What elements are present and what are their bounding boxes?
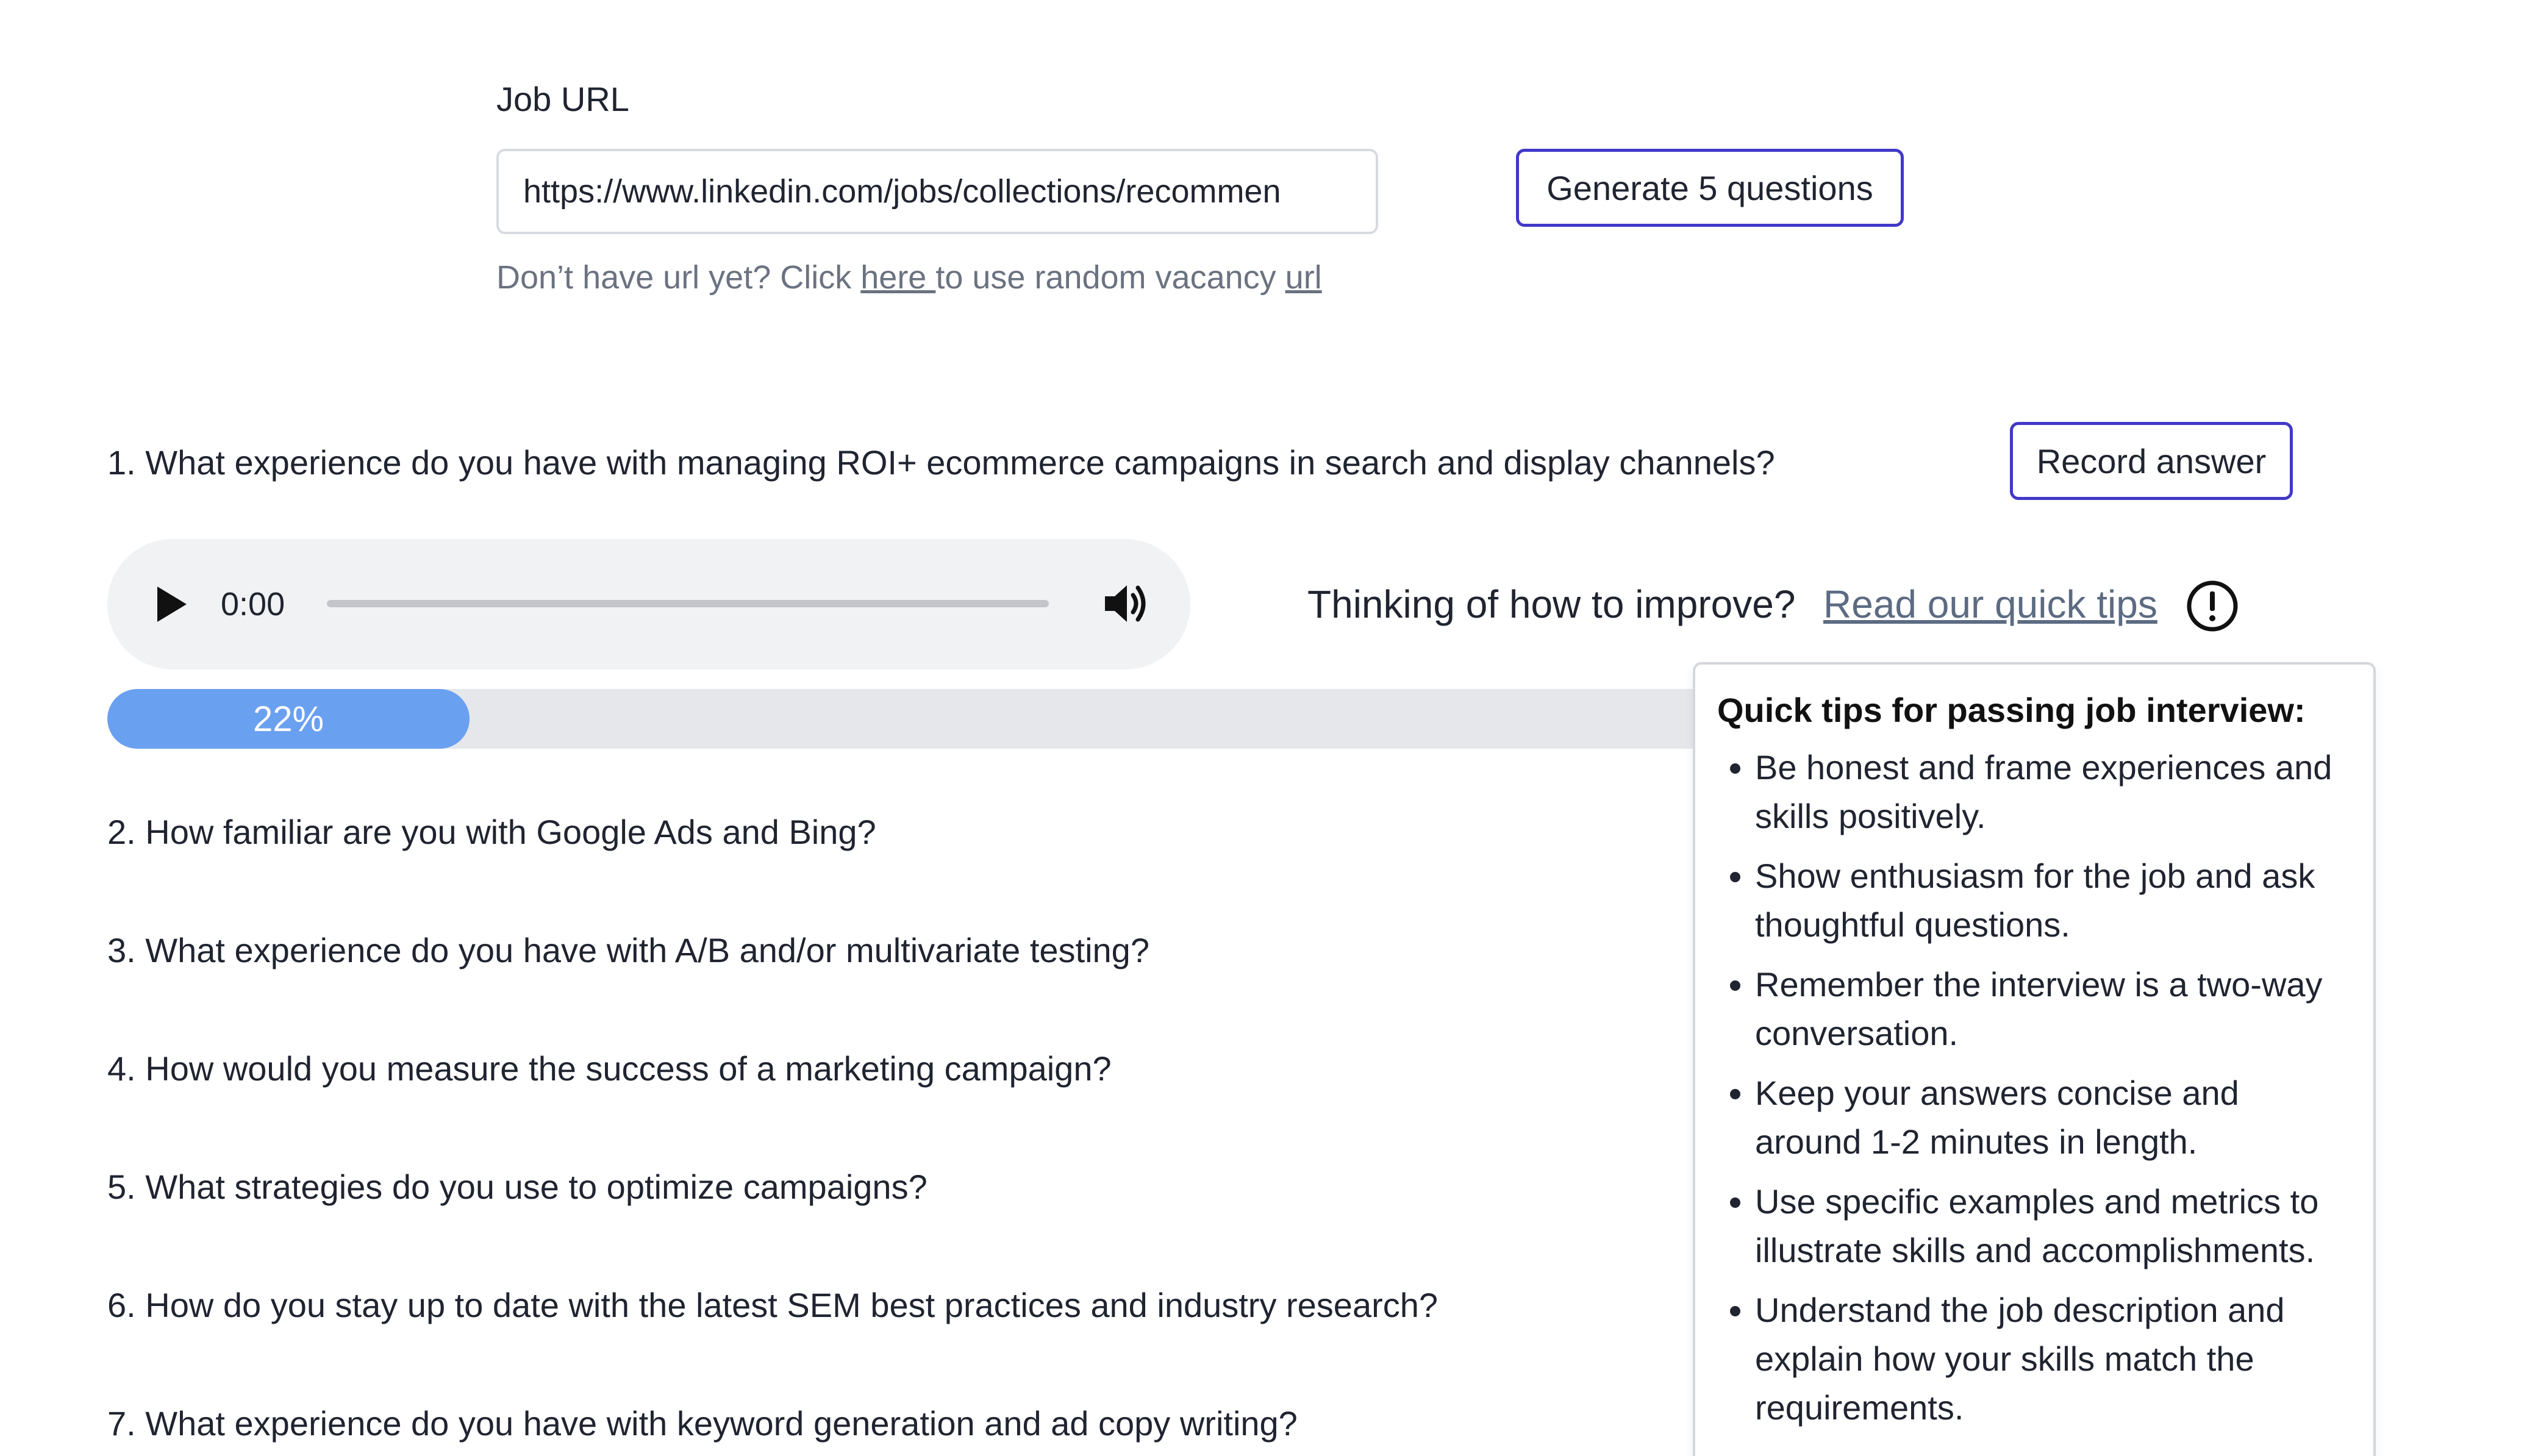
tip-item: Keep your answers concise and around 1-2… (1755, 1069, 2351, 1166)
job-url-input[interactable] (496, 149, 1378, 234)
tip-item: Understand the job description and expla… (1755, 1286, 2351, 1432)
tip-item: Remember the interview is a two-way conv… (1755, 960, 2351, 1058)
progress-fill: 22% (107, 689, 470, 749)
progress-bar: 22% (107, 689, 1754, 749)
question-6: 6. How do you stay up to date with the l… (107, 1286, 1439, 1324)
info-icon[interactable] (2186, 579, 2239, 633)
question-2: 2. How familiar are you with Google Ads … (107, 813, 876, 851)
hint-middle: to use random vacancy (935, 259, 1285, 296)
audio-time: 0:00 (221, 586, 285, 623)
job-url-label: Job URL (496, 80, 629, 118)
progress-label: 22% (252, 699, 324, 739)
tip-item: Use specific examples and metrics to ill… (1755, 1177, 2351, 1275)
question-1: 1. What experience do you have with mana… (107, 443, 1775, 482)
record-answer-button[interactable]: Record answer (2010, 422, 2293, 500)
play-icon[interactable] (152, 584, 189, 624)
url-link[interactable]: url (1285, 259, 1322, 296)
tips-title: Quick tips for passing job interview: (1717, 691, 2306, 729)
tip-item: Be honest and frame experiences and skil… (1755, 743, 2351, 841)
volume-icon[interactable] (1103, 582, 1149, 626)
tips-list: Be honest and frame experiences and skil… (1717, 743, 2351, 1432)
question-7: 7. What experience do you have with keyw… (107, 1404, 1298, 1443)
question-4: 4. How would you measure the success of … (107, 1049, 1112, 1088)
question-3: 3. What experience do you have with A/B … (107, 931, 1149, 969)
random-url-hint: Don’t have url yet? Click here to use ra… (496, 259, 1322, 296)
audio-seek-bar[interactable] (327, 600, 1049, 607)
quick-tips-popover: Quick tips for passing job interview: Be… (1693, 662, 2376, 1456)
generate-questions-button[interactable]: Generate 5 questions (1516, 149, 1904, 227)
hint-prefix: Don’t have url yet? Click (496, 259, 861, 296)
improve-prompt: Thinking of how to improve? (1307, 582, 1796, 626)
question-5: 5. What strategies do you use to optimiz… (107, 1168, 928, 1206)
here-link[interactable]: here (860, 259, 935, 296)
quick-tips-link[interactable]: Read our quick tips (1823, 582, 2157, 627)
tip-item: Show enthusiasm for the job and ask thou… (1755, 852, 2351, 949)
